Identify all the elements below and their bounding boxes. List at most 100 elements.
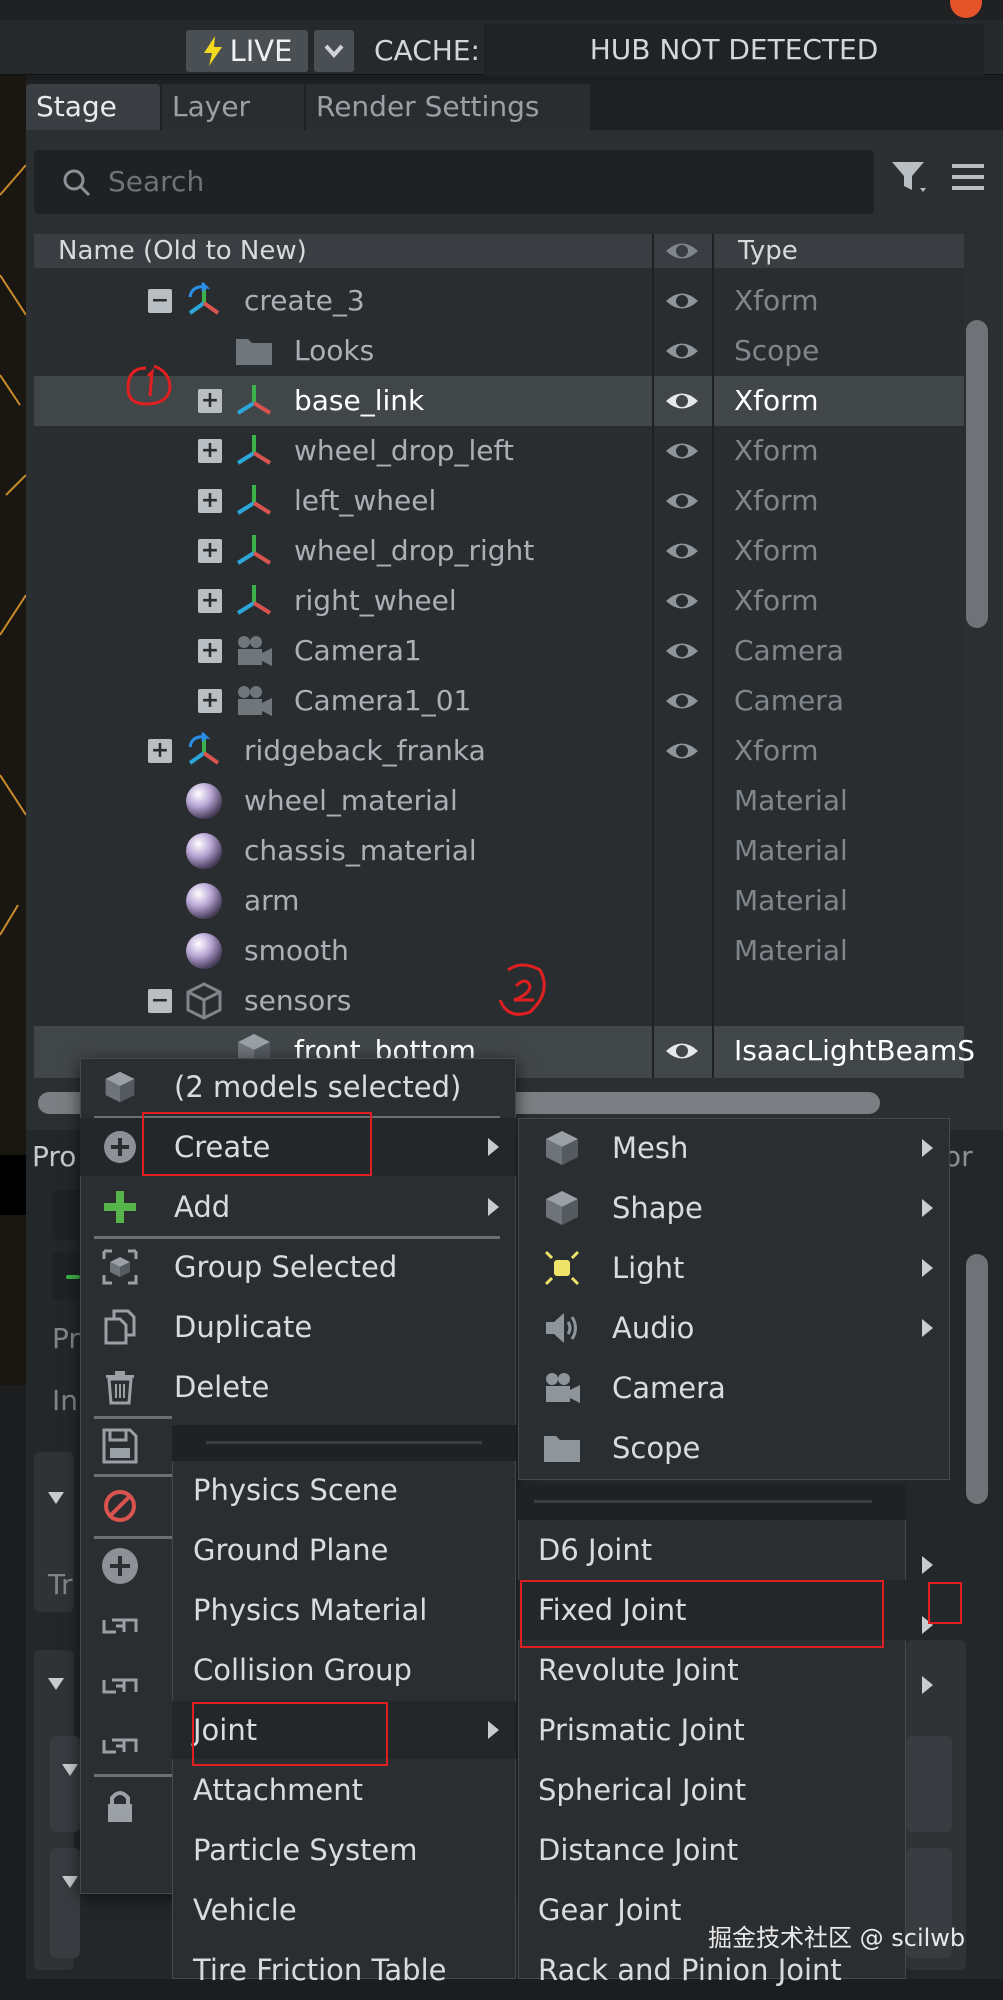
menu-item-shape[interactable]: Shape <box>518 1178 950 1238</box>
menu-item-camera[interactable]: Camera <box>518 1358 950 1418</box>
visibility-eye-icon[interactable] <box>664 486 700 516</box>
visibility-eye-icon[interactable] <box>664 386 700 416</box>
expand-toggle[interactable]: + <box>198 439 222 463</box>
menu-item-physics-scene[interactable]: Physics Scene <box>172 1461 516 1519</box>
menu-separator <box>534 1500 872 1503</box>
menu-item-label: Vehicle <box>193 1893 297 1927</box>
tree-row[interactable]: wheel_material Material <box>34 776 964 826</box>
column-divider[interactable] <box>652 234 654 1078</box>
property-label: Pr <box>52 1322 80 1355</box>
tree-row[interactable]: + Camera1 Camera <box>34 626 964 676</box>
column-header-name[interactable]: Name (Old to New) <box>58 234 307 268</box>
visibility-eye-icon[interactable] <box>664 636 700 666</box>
menu-item-label: Scope <box>612 1431 701 1465</box>
visibility-eye-icon[interactable] <box>664 336 700 366</box>
tree-row-name: arm <box>244 884 300 917</box>
collapse-toggle[interactable]: − <box>148 289 172 313</box>
menu-item-spherical-joint[interactable]: Spherical Joint <box>518 1760 906 1820</box>
trash-icon <box>106 1371 134 1405</box>
tree-row-type: Xform <box>734 434 819 467</box>
tree-row-name: Camera1_01 <box>294 684 472 717</box>
menu-item-ground-plane[interactable]: Ground Plane <box>172 1521 516 1579</box>
tree-row[interactable]: + ridgeback_franka Xform <box>34 726 964 776</box>
menu-item-label: Gear Joint <box>538 1893 682 1927</box>
menu-item-d6-joint[interactable]: D6 Joint <box>518 1520 906 1580</box>
menu-item-particle-system[interactable]: Particle System <box>172 1821 516 1879</box>
visibility-eye-icon[interactable] <box>664 586 700 616</box>
section-collapse-icon[interactable] <box>48 1492 64 1504</box>
menu-item-add[interactable]: Add <box>80 1178 516 1236</box>
tree-row[interactable]: + wheel_drop_left Xform <box>34 426 964 476</box>
tab-layer[interactable]: Layer <box>162 84 304 130</box>
live-button[interactable]: LIVE <box>186 30 308 72</box>
visibility-header-eye-icon <box>666 243 698 259</box>
menu-item-collision-group[interactable]: Collision Group <box>172 1641 516 1699</box>
tree-row[interactable]: + Camera1_01 Camera <box>34 676 964 726</box>
menu-item-label: Audio <box>612 1311 695 1345</box>
section-collapse-icon[interactable] <box>62 1764 78 1776</box>
visibility-eye-icon[interactable] <box>664 736 700 766</box>
property-subsection-right <box>906 1736 952 1832</box>
tab-render-settings[interactable]: Render Settings <box>306 84 590 130</box>
tree-row-name: right_wheel <box>294 584 457 617</box>
property-tab-label[interactable]: Pro <box>32 1140 76 1173</box>
section-collapse-icon[interactable] <box>48 1678 64 1690</box>
tree-row-name: sensors <box>244 984 352 1017</box>
menu-item-delete[interactable]: Delete <box>80 1358 516 1416</box>
submenu-arrow-icon <box>488 1138 499 1156</box>
property-vertical-scrollbar[interactable] <box>966 1254 988 1504</box>
menu-item-attachment[interactable]: Attachment <box>172 1761 516 1819</box>
visibility-eye-icon[interactable] <box>664 536 700 566</box>
menu-item-audio[interactable]: Audio <box>518 1298 950 1358</box>
collapse-toggle[interactable]: − <box>148 989 172 1013</box>
visibility-eye-icon[interactable] <box>664 686 700 716</box>
tree-row-type: Xform <box>734 734 819 767</box>
tree-row-name: create_3 <box>244 284 365 317</box>
tab-stage[interactable]: Stage <box>26 84 160 130</box>
visibility-eye-icon[interactable] <box>664 436 700 466</box>
menu-item-label: Revolute Joint <box>538 1653 739 1687</box>
menu-separator <box>94 1774 172 1777</box>
menu-item-vehicle[interactable]: Vehicle <box>172 1881 516 1939</box>
menu-item-label: Attachment <box>193 1773 364 1807</box>
column-divider[interactable] <box>712 234 714 1078</box>
column-header-type[interactable]: Type <box>738 234 798 268</box>
menu-item-revolute-joint[interactable]: Revolute Joint <box>518 1640 906 1700</box>
menu-separator <box>94 1536 172 1539</box>
expand-toggle[interactable]: + <box>198 489 222 513</box>
expand-toggle[interactable]: + <box>198 589 222 613</box>
expand-toggle[interactable]: + <box>198 389 222 413</box>
audio-icon <box>546 1313 577 1343</box>
viewport-lines <box>0 164 26 1215</box>
filter-icon[interactable] <box>890 158 930 198</box>
tree-vertical-scrollbar[interactable] <box>966 320 988 628</box>
menu-item-scope[interactable]: Scope <box>518 1418 950 1478</box>
visibility-eye-icon[interactable] <box>664 1036 700 1066</box>
expand-toggle[interactable]: + <box>198 639 222 663</box>
tree-row[interactable]: − create_3 Xform <box>34 276 964 326</box>
menu-item-prismatic-joint[interactable]: Prismatic Joint <box>518 1700 906 1760</box>
tree-row[interactable]: + right_wheel Xform <box>34 576 964 626</box>
menu-item-distance-joint[interactable]: Distance Joint <box>518 1820 906 1880</box>
folder-icon <box>544 1436 580 1462</box>
menu-item-physics-material[interactable]: Physics Material <box>172 1581 516 1639</box>
tree-row[interactable]: + left_wheel Xform <box>34 476 964 526</box>
live-dropdown-button[interactable] <box>314 30 354 72</box>
annotation-highlight-small <box>928 1582 962 1624</box>
expand-toggle[interactable]: + <box>148 739 172 763</box>
visibility-eye-icon[interactable] <box>664 286 700 316</box>
menu-item-group-selected[interactable]: Group Selected <box>80 1238 516 1296</box>
tree-row[interactable]: + wheel_drop_right Xform <box>34 526 964 576</box>
tree-row[interactable]: chassis_material Material <box>34 826 964 876</box>
menu-item-duplicate[interactable]: Duplicate <box>80 1298 516 1356</box>
menu-item-tire-friction-table[interactable]: Tire Friction Table <box>172 1941 516 1999</box>
menu-item-mesh[interactable]: Mesh <box>518 1118 950 1178</box>
expand-toggle[interactable]: + <box>198 539 222 563</box>
submenu-arrow-icon <box>922 1259 933 1277</box>
section-collapse-icon[interactable] <box>62 1876 78 1888</box>
menu-item-light[interactable]: Light <box>518 1238 950 1298</box>
tree-row[interactable]: arm Material <box>34 876 964 926</box>
hamburger-menu-icon[interactable] <box>950 160 986 196</box>
expand-toggle[interactable]: + <box>198 689 222 713</box>
menu-item-label: Shape <box>612 1191 703 1225</box>
